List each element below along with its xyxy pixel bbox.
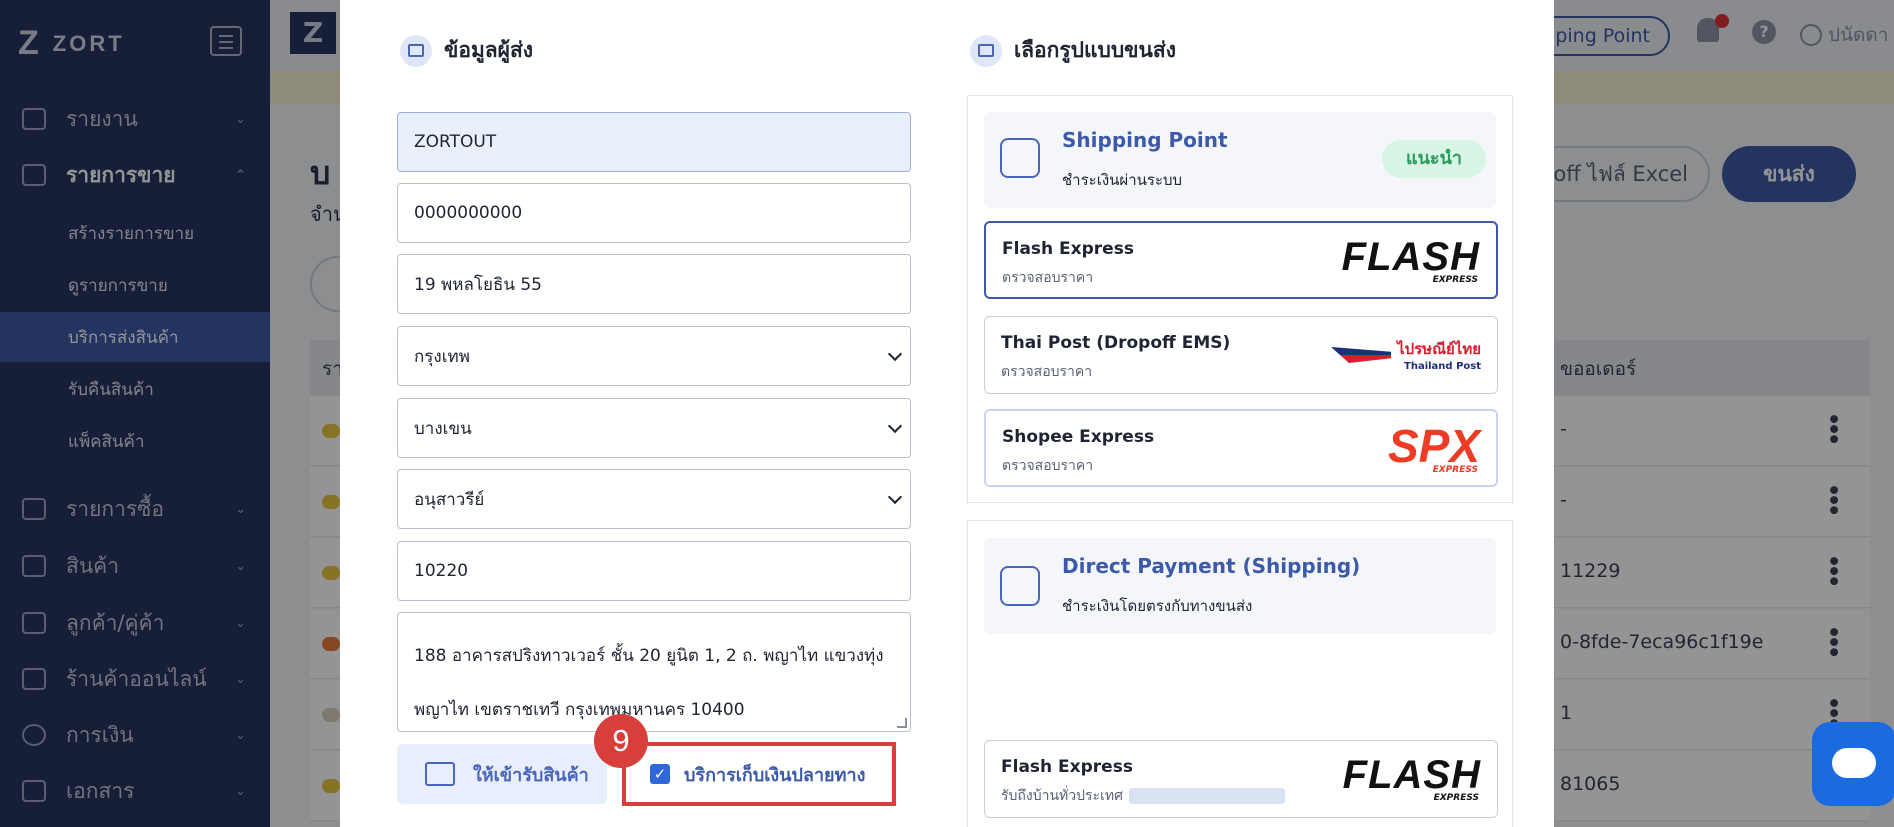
direct-payment-desc: ชำระเงินโดยตรงกับทางขนส่ง: [1062, 597, 1253, 615]
flash-logo-text: FLASH: [1342, 753, 1481, 797]
sender-section-header: ข้อมูลผู้ส่ง: [400, 34, 533, 67]
address-line-1: 188 อาคารสปริงทาวเวอร์ ชั้น 20 ยูนิต 1, …: [414, 646, 884, 666]
truck-icon: [425, 762, 455, 786]
carrier-option-flash-direct[interactable]: Flash Express รับถึงบ้านทั่วประเทศ FLASH…: [984, 740, 1498, 818]
province-value: กรุงเทพ: [414, 346, 470, 367]
check-price-link[interactable]: ตรวจสอบราคา: [1002, 267, 1093, 289]
cod-label: บริการเก็บเงินปลายทาง: [684, 764, 866, 786]
carrier-option-thaipost[interactable]: Thai Post (Dropoff EMS) ตรวจสอบราคา ไปรษ…: [984, 316, 1498, 394]
full-address-textarea[interactable]: 188 อาคารสปริงทาวเวอร์ ชั้น 20 ยูนิต 1, …: [397, 612, 911, 732]
carrier-option-shopee[interactable]: Shopee Express ตรวจสอบราคา SPX EXPRESS: [984, 409, 1498, 487]
spx-logo: SPX EXPRESS: [1330, 423, 1480, 475]
postcode-field[interactable]: 10220: [397, 541, 911, 601]
district-select[interactable]: บางเขน: [397, 398, 911, 458]
resize-handle-icon[interactable]: [897, 718, 907, 728]
check-price-link[interactable]: ตรวจสอบราคา: [1001, 361, 1092, 383]
chat-bubble-icon: [1832, 748, 1876, 778]
redacted-value: [1128, 788, 1285, 804]
carrier-name: Flash Express: [1001, 757, 1133, 777]
carrier-name: Thai Post (Dropoff EMS): [1001, 333, 1231, 353]
shipping-point-desc: ชำระเงินผ่านระบบ: [1062, 171, 1183, 189]
direct-payment-title: Direct Payment (Shipping): [1062, 554, 1361, 578]
carrier-name: Shopee Express: [1002, 427, 1155, 447]
coverage-text: รับถึงบ้านทั่วประเทศ: [1001, 788, 1123, 804]
thailand-post-logo: ไปรษณีย์ไทย Thailand Post: [1331, 329, 1481, 381]
flash-logo-sub: EXPRESS: [1433, 793, 1479, 803]
flash-express-logo: FLASH EXPRESS: [1330, 235, 1480, 287]
address-line-2: พญาไท เขตราชเทวี กรุงเทพมหานคร 10400: [414, 700, 745, 720]
sender-phone-field[interactable]: 0000000000: [397, 183, 911, 243]
sender-address-field[interactable]: 19 พหลโยธิน 55: [397, 254, 911, 314]
truck-icon: [970, 34, 1002, 67]
thai-post-logo-sub: Thailand Post: [1404, 361, 1481, 372]
cod-checkbox[interactable]: ✓: [650, 764, 670, 784]
flash-express-logo: FLASH EXPRESS: [1331, 753, 1481, 805]
cash-icon: [1000, 566, 1040, 606]
carrier-name: Flash Express: [1002, 239, 1134, 259]
province-select[interactable]: กรุงเทพ: [397, 326, 911, 386]
thailand-post-wing-icon: [1331, 347, 1391, 363]
step-badge: 9: [594, 714, 648, 768]
shipping-section-title: เลือกรูปแบบขนส่ง: [1014, 38, 1176, 62]
chat-button[interactable]: [1812, 722, 1894, 806]
chevron-down-icon: [887, 489, 903, 505]
chevron-down-icon: [887, 418, 903, 434]
sender-section-title: ข้อมูลผู้ส่ง: [444, 38, 534, 62]
coins-icon: [1000, 138, 1040, 178]
spx-logo-sub: EXPRESS: [1432, 465, 1478, 475]
cod-option[interactable]: ✓ บริการเก็บเงินปลายทาง: [622, 742, 896, 806]
district-value: บางเขน: [414, 418, 472, 439]
subdistrict-select[interactable]: อนุสาวรีย์: [397, 469, 911, 529]
flash-logo-sub: EXPRESS: [1432, 275, 1478, 285]
pickup-label: ให้เข้ารับสินค้า: [473, 764, 589, 786]
carrier-option-flash[interactable]: Flash Express ตรวจสอบราคา FLASH EXPRESS: [984, 221, 1498, 299]
recommend-badge: แนะนำ: [1382, 140, 1486, 178]
store-icon: [400, 34, 432, 67]
chevron-down-icon: [887, 346, 903, 362]
subdistrict-value: อนุสาวรีย์: [414, 489, 485, 510]
flash-logo-text: FLASH: [1341, 235, 1480, 279]
check-price-link[interactable]: ตรวจสอบราคา: [1002, 455, 1093, 477]
pickup-button[interactable]: ให้เข้ารับสินค้า: [397, 744, 607, 804]
direct-payment-header: Direct Payment (Shipping) ชำระเงินโดยตรง…: [984, 538, 1496, 634]
sender-name-field[interactable]: ZORTOUT: [397, 112, 911, 172]
thai-post-logo-text: ไปรษณีย์ไทย: [1397, 340, 1481, 358]
shipping-point-title: Shipping Point: [1062, 128, 1228, 152]
shipping-section-header: เลือกรูปแบบขนส่ง: [970, 34, 1176, 67]
spx-logo-text: SPX: [1387, 420, 1480, 472]
carrier-coverage: รับถึงบ้านทั่วประเทศ: [1001, 785, 1285, 807]
